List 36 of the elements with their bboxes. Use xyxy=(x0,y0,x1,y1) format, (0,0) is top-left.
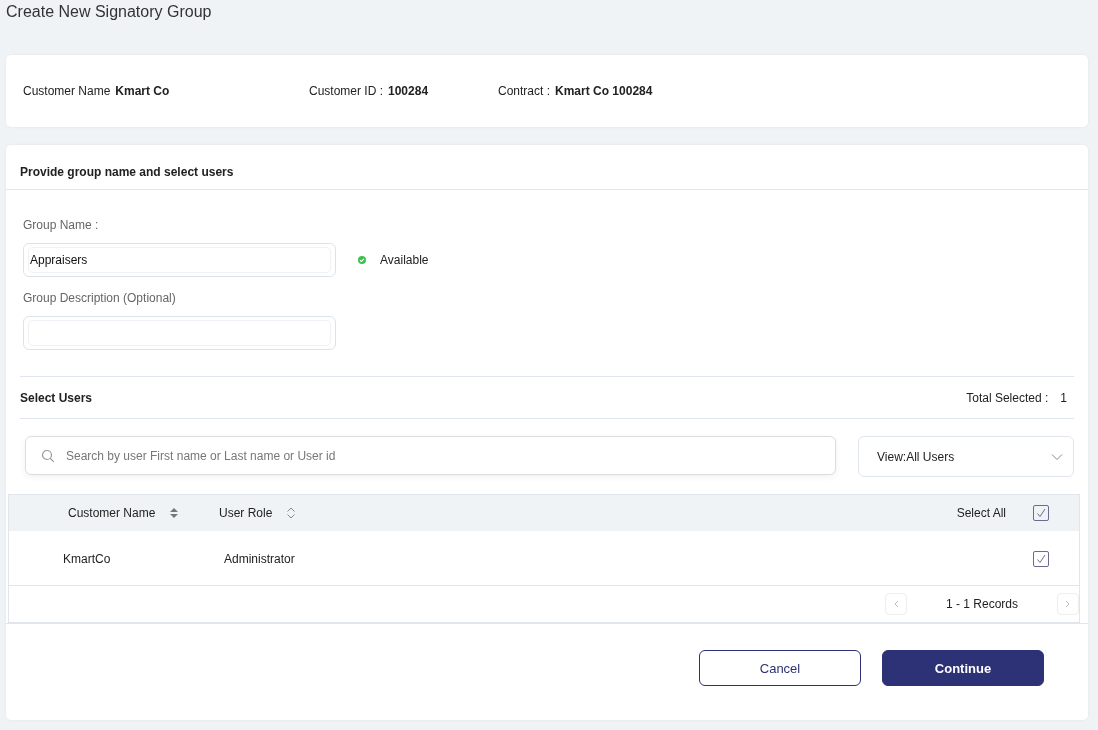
column-header[interactable]: Customer Name xyxy=(68,506,156,520)
total-selected-count: 1 xyxy=(1060,390,1067,405)
continue-button[interactable]: Continue xyxy=(882,650,1044,686)
checkmark-icon xyxy=(1035,552,1047,565)
info-label: Customer Name xyxy=(23,84,111,98)
page-title: Create New Signatory Group xyxy=(6,2,213,22)
checkmark-icon xyxy=(1035,507,1047,519)
chevron-left-icon xyxy=(893,600,899,608)
search-field[interactable]: Search by user First name or Last name or User id xyxy=(25,436,836,475)
section-heading: Select Users xyxy=(20,390,93,405)
records-count: 1 - 1 Records xyxy=(945,597,1019,611)
chevron-down-icon xyxy=(1051,452,1063,461)
search-icon xyxy=(41,448,55,463)
view-dropdown[interactable]: View:All Users xyxy=(858,436,1074,477)
table-cell-text: KmartCo xyxy=(62,551,112,566)
info-value: Kmart Co xyxy=(115,84,170,98)
chevron-right-icon xyxy=(1065,600,1071,608)
total-selected-label: Total Selected : xyxy=(966,390,1049,405)
select-all-label: Select All xyxy=(956,506,1006,520)
sort-outline-icon[interactable] xyxy=(286,507,297,519)
availability-status: Available xyxy=(380,253,429,267)
group-name-field[interactable]: Appraisers xyxy=(23,243,336,277)
section-heading: Provide group name and select users xyxy=(6,145,1088,190)
group-description-field[interactable] xyxy=(23,316,336,350)
sort-filled-icon[interactable] xyxy=(169,507,180,519)
table-cell-text: Administrator xyxy=(224,551,296,566)
info-value: Kmart Co 100284 xyxy=(555,84,653,98)
info-label: Contract : xyxy=(498,84,551,98)
select-all-checkbox[interactable] xyxy=(1033,505,1049,521)
row-checkbox[interactable] xyxy=(1033,550,1049,567)
field-label: Group Name : xyxy=(23,218,100,232)
field-label: Group Description (Optional) xyxy=(23,291,177,305)
cancel-button[interactable]: Cancel xyxy=(699,650,861,686)
info-value: 100284 xyxy=(388,84,429,98)
info-label: Customer ID : xyxy=(309,84,383,98)
column-header[interactable]: User Role xyxy=(219,506,273,520)
